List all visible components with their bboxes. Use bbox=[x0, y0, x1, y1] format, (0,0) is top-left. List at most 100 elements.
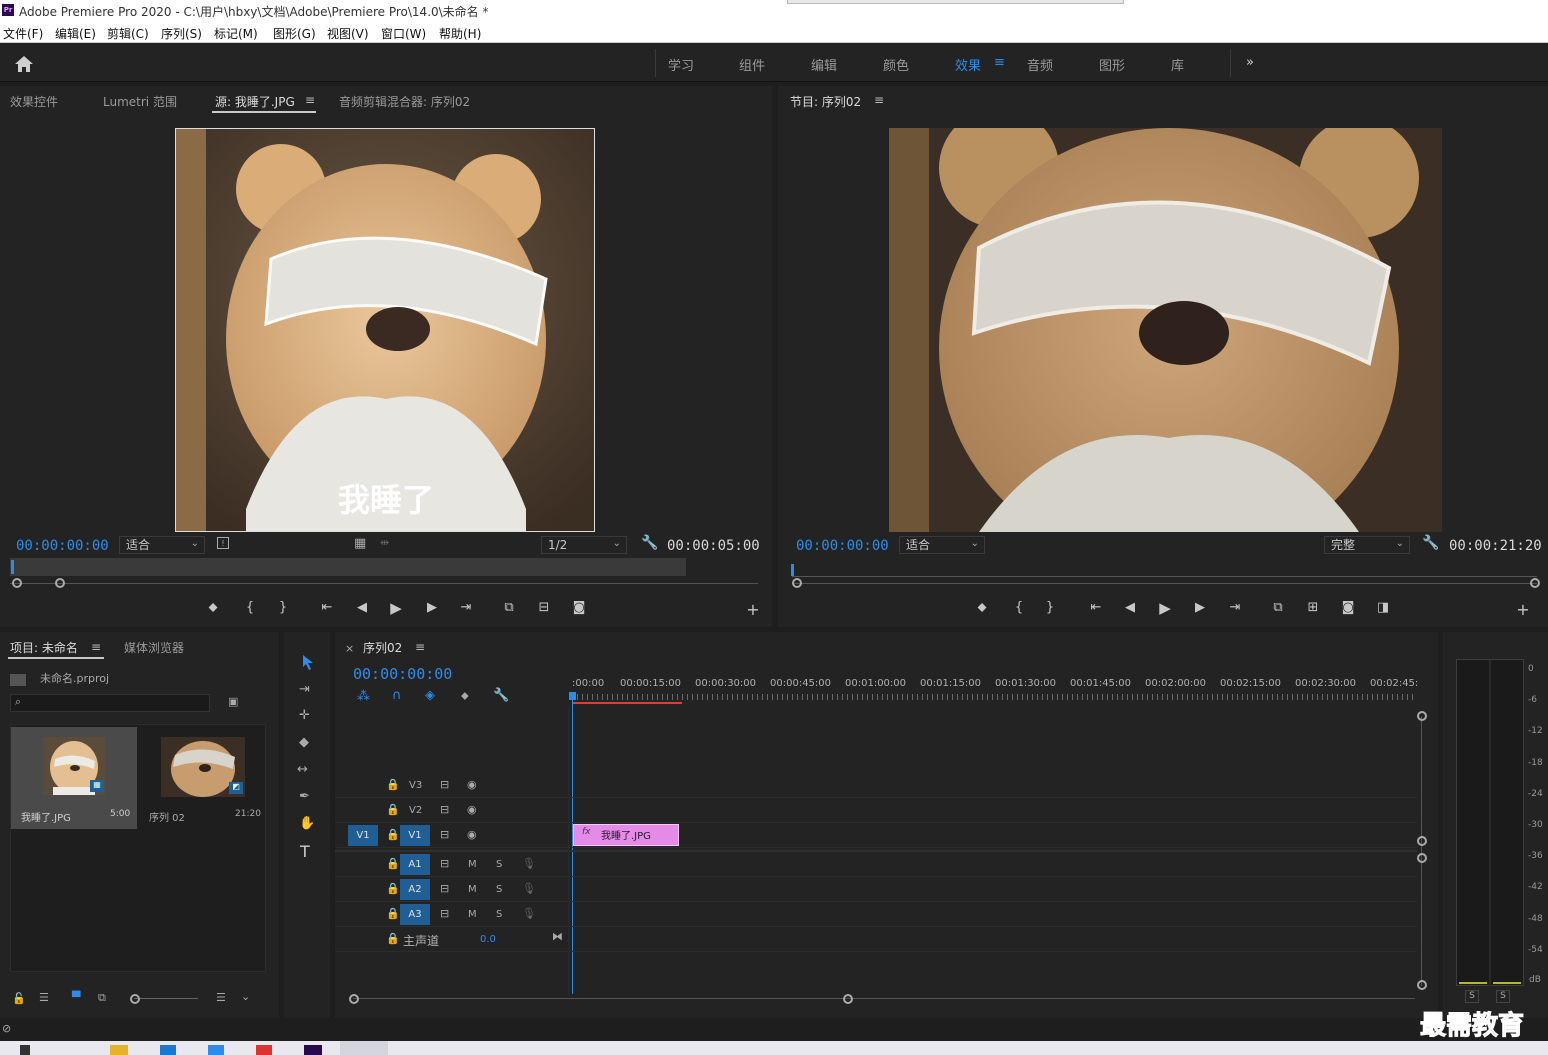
program-time-ruler[interactable] bbox=[792, 576, 1537, 577]
source-time-ruler[interactable] bbox=[10, 558, 686, 576]
lock-icon[interactable]: 🔒 bbox=[386, 828, 400, 841]
play-icon[interactable]: ▶ bbox=[1156, 599, 1174, 617]
microphone-icon[interactable]: 🎙 bbox=[522, 907, 536, 920]
sync-lock-icon[interactable]: ⊟ bbox=[440, 857, 449, 870]
solo-button[interactable]: S bbox=[496, 909, 502, 920]
eye-icon[interactable]: ◉ bbox=[467, 828, 477, 841]
sync-lock-icon[interactable]: ⊟ bbox=[440, 778, 449, 791]
tab-program[interactable]: 节目: 序列02 bbox=[790, 93, 861, 110]
status-icon[interactable]: ⊘ bbox=[2, 1022, 11, 1035]
taskbar-app-icon[interactable] bbox=[20, 1045, 30, 1055]
track-select-tool-icon[interactable]: ⇥ bbox=[299, 682, 310, 697]
mark-out-icon[interactable]: } bbox=[274, 600, 292, 615]
wrench-icon[interactable]: 🔧 bbox=[641, 535, 658, 551]
lock-icon[interactable]: 🔒 bbox=[386, 907, 400, 920]
workspace-graphics[interactable]: 图形 bbox=[1099, 55, 1125, 74]
eye-icon[interactable]: ◉ bbox=[467, 778, 477, 791]
source-preview-image[interactable]: 我睡了 bbox=[175, 128, 595, 532]
lock-icon[interactable]: 🔒 bbox=[386, 803, 400, 816]
track-v3-label[interactable]: V3 bbox=[409, 780, 422, 791]
source-zoom-dropdown[interactable]: 适合 ⌄ bbox=[119, 536, 205, 554]
wrench-icon[interactable]: 🔧 bbox=[1422, 535, 1439, 551]
track-v2-label[interactable]: V2 bbox=[409, 805, 422, 816]
workspace-assembly[interactable]: 组件 bbox=[739, 55, 765, 74]
go-to-in-icon[interactable]: ⇤ bbox=[1087, 600, 1105, 615]
track-a1-label[interactable]: A1 bbox=[400, 854, 430, 875]
taskbar-app-icon[interactable] bbox=[256, 1045, 272, 1055]
menu-edit[interactable]: 编辑(E) bbox=[55, 25, 96, 42]
step-back-icon[interactable]: ◀ bbox=[353, 600, 371, 615]
mark-in-icon[interactable]: { bbox=[241, 600, 259, 615]
vertical-scrollbar[interactable] bbox=[1421, 716, 1422, 986]
type-tool-icon[interactable]: T bbox=[300, 842, 310, 861]
menu-clip[interactable]: 剪辑(C) bbox=[107, 25, 149, 42]
program-zoom-handle-left[interactable] bbox=[792, 578, 802, 588]
menu-file[interactable]: 文件(F) bbox=[3, 25, 43, 42]
tab-source[interactable]: 源: 我睡了.JPG bbox=[215, 93, 295, 110]
microphone-icon[interactable]: 🎙 bbox=[522, 882, 536, 895]
work-area-bar[interactable] bbox=[572, 702, 682, 704]
horizontal-scrollbar[interactable] bbox=[353, 998, 1415, 999]
button-editor-plus-icon[interactable]: + bbox=[1514, 600, 1532, 619]
program-preview-image[interactable] bbox=[889, 128, 1442, 532]
timeline-settings-wrench-icon[interactable]: 🔧 bbox=[493, 688, 509, 703]
workspace-learn[interactable]: 学习 bbox=[668, 55, 694, 74]
mute-button[interactable]: M bbox=[468, 884, 477, 895]
menu-graphics[interactable]: 图形(G) bbox=[273, 25, 316, 42]
workspace-audio[interactable]: 音频 bbox=[1027, 55, 1053, 74]
taskbar-app-icon[interactable] bbox=[160, 1045, 176, 1055]
slip-tool-icon[interactable]: ↔ bbox=[297, 762, 308, 777]
tab-audio-clip-mixer[interactable]: 音频剪辑混合器: 序列02 bbox=[339, 93, 470, 110]
lift-icon[interactable]: ⧉ bbox=[1269, 600, 1287, 615]
step-forward-icon[interactable]: ▶ bbox=[1191, 600, 1209, 615]
timeline-time-ruler[interactable]: :00:00 00:00:15:00 00:00:30:00 00:00:45:… bbox=[572, 676, 1418, 706]
thumbnail-size-handle[interactable] bbox=[130, 994, 140, 1004]
menu-marker[interactable]: 标记(M) bbox=[214, 25, 258, 42]
razor-tool-icon[interactable]: ◆ bbox=[299, 735, 309, 750]
drag-audio-icon[interactable]: ⇹ bbox=[380, 536, 389, 549]
drag-video-icon[interactable]: ▦ bbox=[354, 536, 366, 551]
zoom-handle-right[interactable] bbox=[843, 994, 853, 1004]
workspace-editing[interactable]: 编辑 bbox=[811, 55, 837, 74]
overwrite-icon[interactable]: ⊟ bbox=[535, 600, 553, 615]
export-frame-icon[interactable]: ◙ bbox=[1339, 600, 1357, 615]
solo-button[interactable]: S bbox=[496, 859, 502, 870]
mute-button[interactable]: M bbox=[468, 859, 477, 870]
menu-window[interactable]: 窗口(W) bbox=[381, 25, 426, 42]
source-patch-v1[interactable]: V1 bbox=[348, 825, 378, 846]
track-v1-label[interactable]: V1 bbox=[400, 825, 430, 846]
tab-lumetri-scopes[interactable]: Lumetri 范围 bbox=[103, 93, 177, 110]
panel-menu-icon[interactable]: ≡ bbox=[874, 93, 884, 107]
go-to-in-icon[interactable]: ⇤ bbox=[318, 600, 336, 615]
program-playhead-timecode[interactable]: 00:00:00:00 bbox=[796, 538, 889, 554]
taskbar-app-icon[interactable] bbox=[304, 1045, 322, 1055]
source-resolution-dropdown[interactable]: 1/2 ⌄ bbox=[541, 536, 627, 554]
zoom-handle-left[interactable] bbox=[349, 994, 359, 1004]
taskbar-active-app[interactable] bbox=[340, 1041, 388, 1055]
source-zoom-handle-right[interactable] bbox=[55, 578, 65, 588]
program-zoom-handle-right[interactable] bbox=[1530, 578, 1540, 588]
go-to-out-icon[interactable]: ⇥ bbox=[457, 600, 475, 615]
workspace-effects[interactable]: 效果 bbox=[955, 55, 981, 74]
safe-margins-icon[interactable]: ! bbox=[217, 537, 229, 549]
play-icon[interactable]: ▶ bbox=[387, 599, 405, 617]
freeform-view-icon[interactable]: ⧉ bbox=[98, 991, 106, 1005]
scroll-handle[interactable] bbox=[1417, 980, 1427, 990]
menu-sequence[interactable]: 序列(S) bbox=[161, 25, 202, 42]
master-volume-value[interactable]: 0.0 bbox=[480, 934, 496, 945]
workspace-more-button[interactable]: » bbox=[1246, 55, 1254, 70]
icon-view-icon[interactable]: ▀ bbox=[72, 991, 80, 1004]
microphone-icon[interactable]: 🎙 bbox=[522, 857, 536, 870]
add-marker-icon[interactable]: ⬥ bbox=[461, 689, 469, 703]
workspace-color[interactable]: 颜色 bbox=[883, 55, 909, 74]
mark-in-icon[interactable]: { bbox=[1010, 600, 1028, 615]
tab-effect-controls[interactable]: 效果控件 bbox=[10, 93, 58, 110]
tab-media-browser[interactable]: 媒体浏览器 bbox=[124, 639, 184, 656]
workspace-libraries[interactable]: 库 bbox=[1171, 55, 1184, 74]
lock-icon[interactable]: 🔓 bbox=[12, 992, 26, 1005]
mute-button[interactable]: M bbox=[468, 909, 477, 920]
ripple-edit-tool-icon[interactable]: ✛ bbox=[299, 708, 310, 723]
nest-toggle-icon[interactable]: ⁂ bbox=[357, 689, 370, 704]
lock-icon[interactable]: 🔒 bbox=[386, 778, 400, 791]
linked-selection-icon[interactable]: ◈ bbox=[425, 688, 435, 703]
